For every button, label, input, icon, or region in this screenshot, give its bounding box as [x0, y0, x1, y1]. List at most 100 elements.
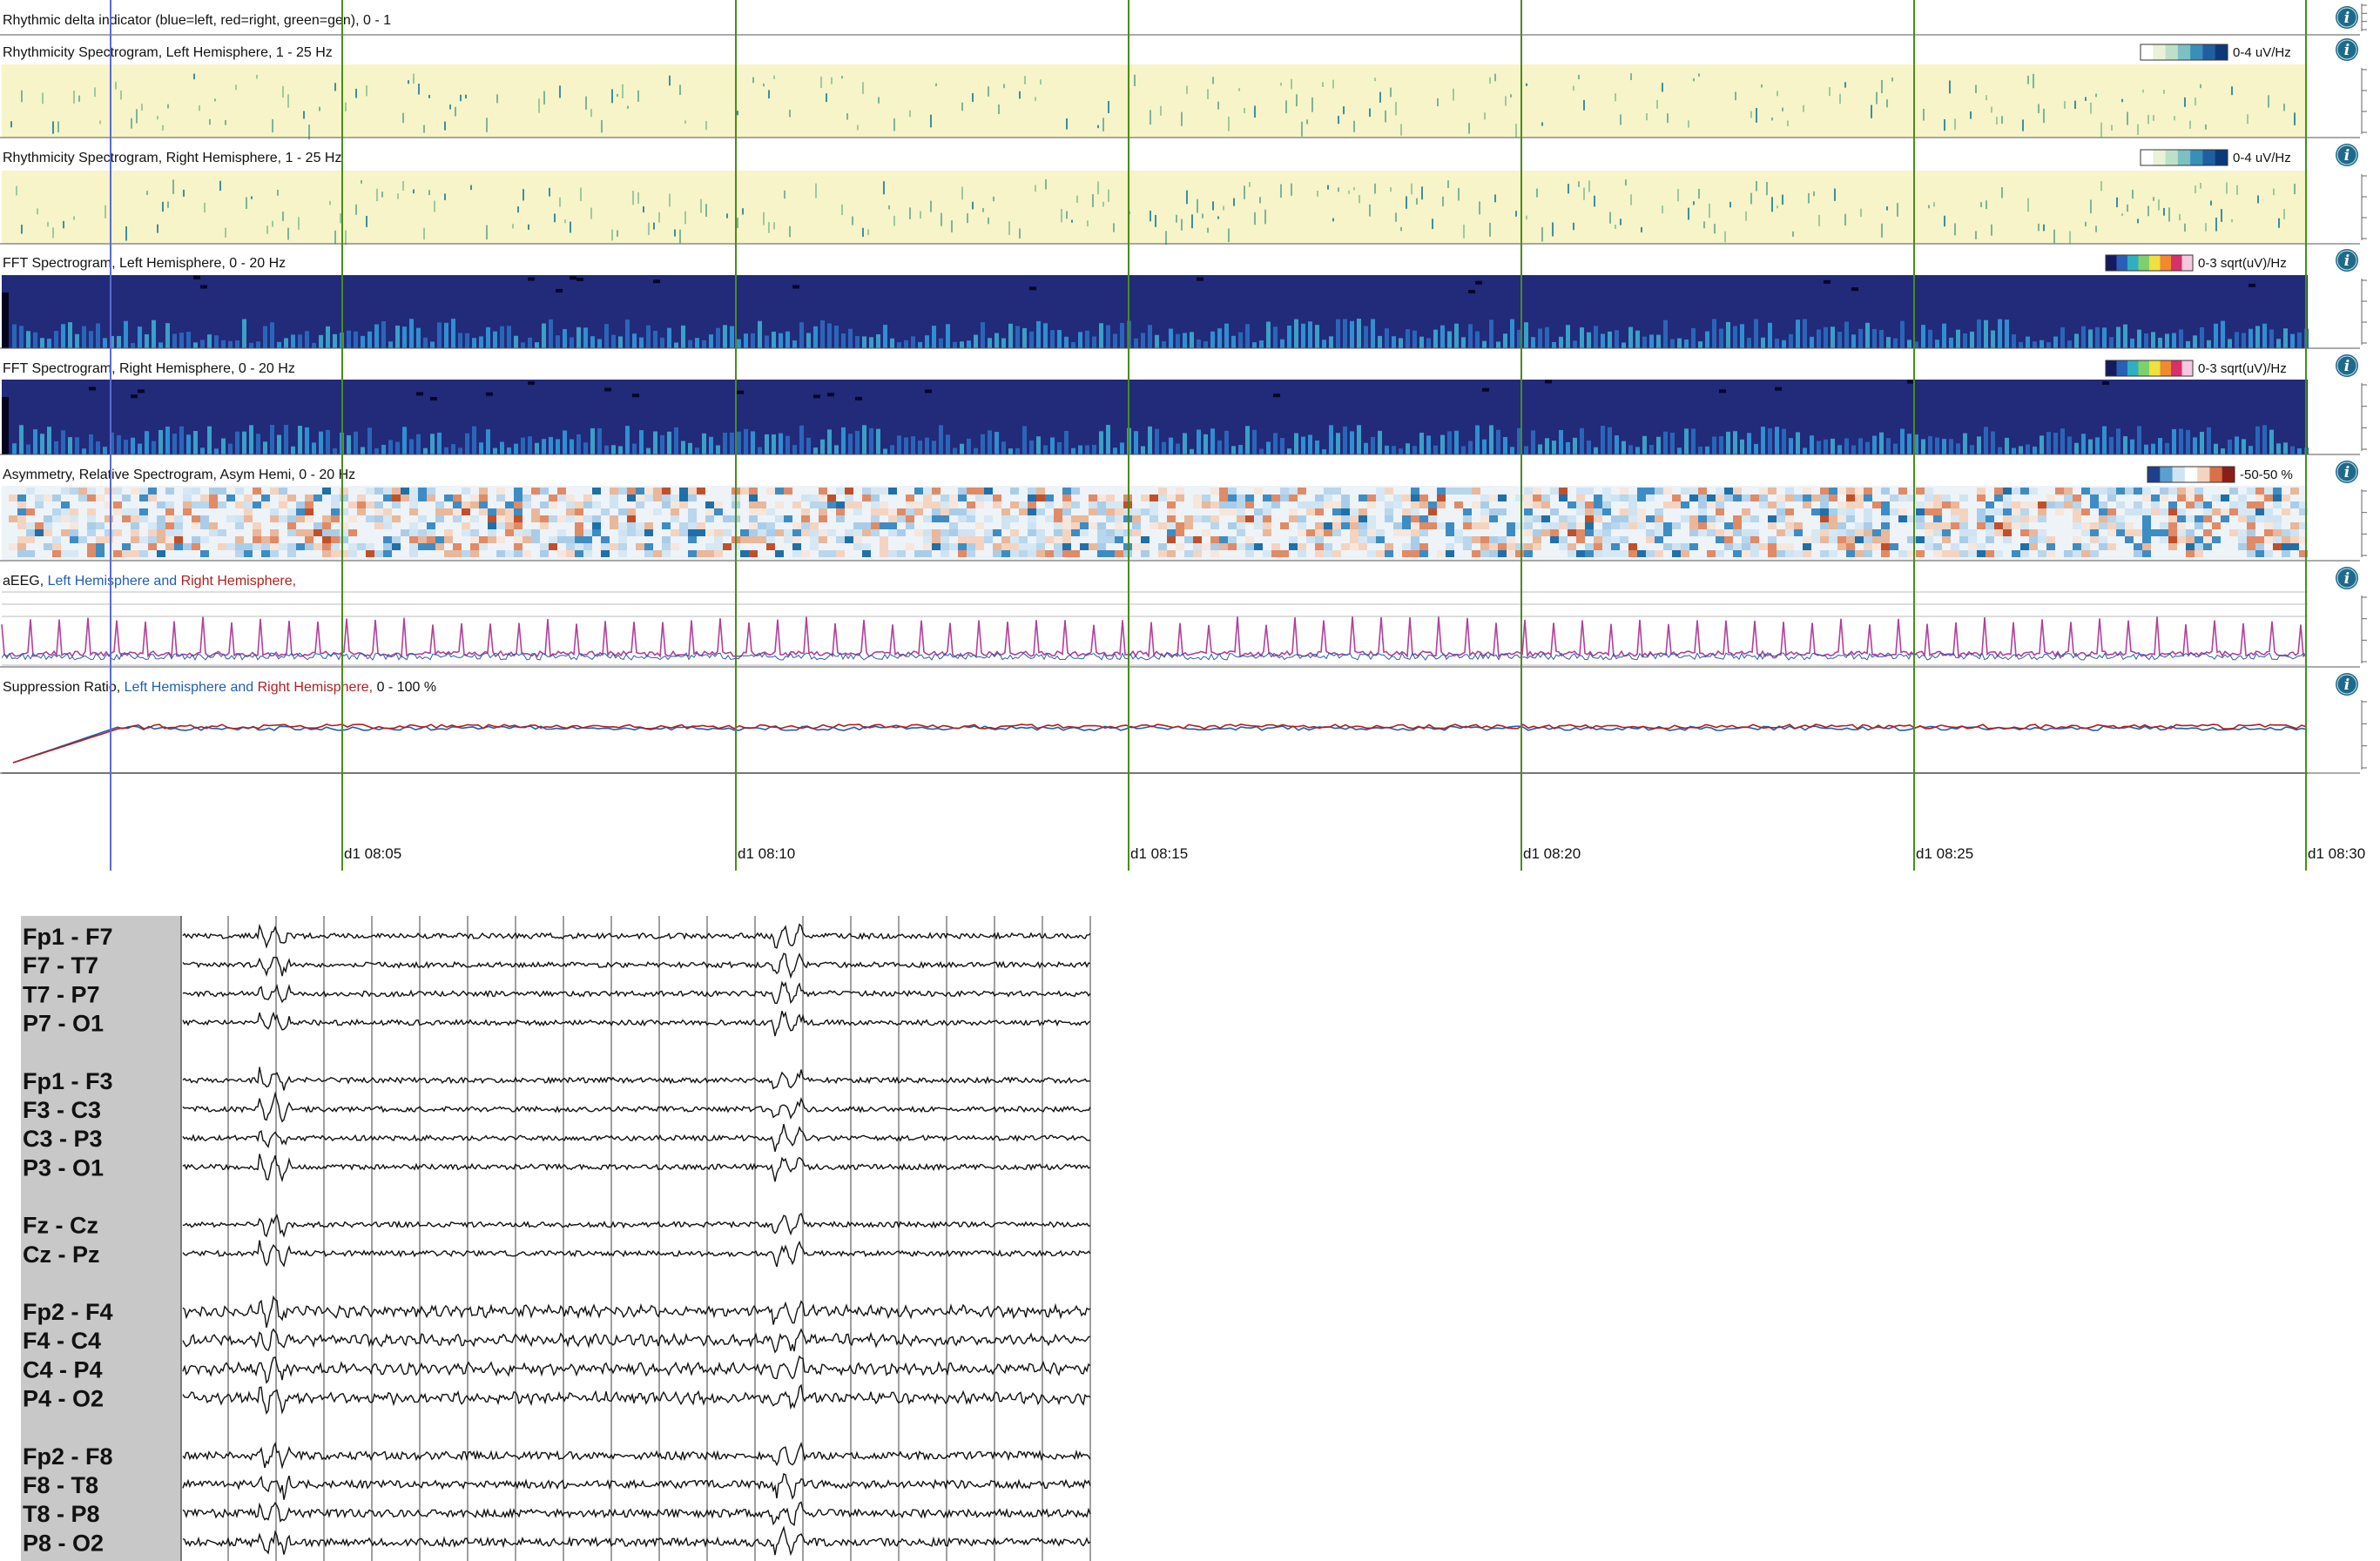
spectrogram-cell	[1402, 495, 1411, 501]
spectrogram-cell	[261, 536, 270, 543]
spectrogram-cell	[1898, 508, 1907, 515]
spectrogram-cell	[1876, 91, 1878, 104]
scale-swatch	[2177, 150, 2191, 165]
info-icon-glyph[interactable]: i	[2344, 358, 2350, 375]
spectrogram-cell	[1475, 280, 1482, 285]
spectrogram-cell	[2193, 335, 2197, 348]
info-icon-glyph[interactable]: i	[2344, 147, 2350, 165]
spectrogram-cell	[2264, 536, 2273, 543]
spectrogram-cell	[96, 550, 105, 557]
spectrogram-cell	[941, 515, 949, 522]
spectrogram-cell	[1824, 279, 1831, 284]
spectrogram-cell	[876, 428, 880, 454]
spectrogram-cell	[2179, 329, 2183, 348]
info-icon[interactable]: i	[2336, 144, 2358, 166]
spectrogram-cell	[26, 444, 30, 454]
spectrogram-cell	[486, 118, 488, 132]
spectrogram-cell	[941, 501, 949, 508]
spectrogram-cell	[1785, 515, 1794, 522]
spectrogram-cell	[1777, 529, 1785, 536]
spectrogram-cell	[157, 522, 165, 529]
spectrogram-cell	[2029, 529, 2038, 536]
spectrogram-cell	[1219, 536, 1228, 543]
spectrogram-cell	[2046, 432, 2051, 454]
spectrogram-cell	[2046, 495, 2055, 501]
spectrogram-cell	[505, 550, 514, 557]
spectrogram-cell	[819, 529, 827, 536]
spectrogram-cell	[2142, 495, 2151, 501]
spectrogram-cell	[1576, 488, 1585, 495]
spectrogram-cell	[1615, 434, 1619, 454]
spectrogram-cell	[1944, 118, 1945, 131]
spectrogram-cell	[479, 536, 488, 543]
spectrogram-cell	[383, 543, 392, 550]
spectrogram-cell	[2001, 116, 2003, 124]
spectrogram-cell	[1921, 439, 1925, 454]
spectrogram-cell	[2020, 488, 2029, 495]
spectrogram-cell	[819, 495, 827, 501]
spectrogram-cell	[319, 431, 323, 454]
spectrogram-cell	[758, 320, 762, 348]
spectrogram-cell	[1844, 438, 1849, 454]
spectrogram-cell	[1515, 543, 1524, 550]
info-icon[interactable]: i	[2336, 249, 2358, 272]
spectrogram-cell	[1010, 550, 1019, 557]
spectrogram-cell	[2053, 432, 2058, 454]
spectrogram-cell	[514, 335, 518, 348]
spectrogram-cell	[1378, 430, 1382, 454]
spectrogram-cell	[883, 181, 885, 195]
spectrogram-cell	[2003, 508, 2012, 515]
y-axis	[2361, 279, 2367, 345]
spectrogram-cell	[813, 394, 820, 399]
info-icon-glyph[interactable]: i	[2344, 10, 2350, 27]
spectrogram-cell	[1035, 185, 1036, 192]
info-icon-glyph[interactable]: i	[2344, 42, 2350, 59]
info-icon[interactable]: i	[2336, 38, 2358, 61]
spectrogram-cell	[383, 522, 392, 529]
info-icon-glyph[interactable]: i	[2344, 464, 2350, 481]
spectrogram-cell	[2081, 550, 2090, 557]
spectrogram-cell	[610, 488, 618, 495]
spectrogram-cell	[2111, 124, 2113, 131]
spectrogram-cell	[1078, 445, 1082, 454]
spectrogram-cell	[1829, 495, 1837, 501]
info-icon-glyph[interactable]: i	[2344, 570, 2350, 588]
spectrogram-cell	[1566, 325, 1570, 348]
spectrogram-cell	[1750, 550, 1759, 557]
spectrogram-cell	[1916, 522, 1925, 529]
spectrogram-cell	[1099, 323, 1103, 348]
info-icon[interactable]: i	[2336, 354, 2358, 377]
spectrogram-cell	[2168, 501, 2177, 508]
spectrogram-cell	[2107, 522, 2116, 529]
spectrogram-cell	[1440, 434, 1445, 454]
spectrogram-cell	[2290, 446, 2295, 454]
info-icon[interactable]: i	[2336, 673, 2358, 696]
info-icon[interactable]: i	[2336, 461, 2358, 483]
spectrogram-cell	[479, 442, 483, 454]
scale-label: 0-4 uV/Hz	[2233, 151, 2291, 165]
spectrogram-cell	[1986, 508, 1994, 515]
spectrogram-cell	[1458, 187, 1460, 201]
spectrogram-cell	[2168, 529, 2177, 536]
spectrogram-cell	[235, 543, 244, 550]
spectrogram-cell	[1691, 327, 1696, 348]
spectrogram-cell	[2210, 200, 2212, 205]
spectrogram-cell	[1646, 488, 1655, 495]
spectrogram-cell	[871, 501, 880, 508]
spectrogram-cell	[1402, 529, 1411, 536]
spectrogram-cell	[2186, 495, 2195, 501]
info-icon-glyph[interactable]: i	[2344, 676, 2350, 694]
spectrogram-cell	[1132, 543, 1141, 550]
spectrogram-cell	[1419, 501, 1428, 508]
info-icon[interactable]: i	[2336, 567, 2358, 589]
spectrogram-cell	[1944, 215, 1945, 227]
spectrogram-cell	[1341, 515, 1350, 522]
spectrogram-cell	[2160, 522, 2168, 529]
spectrogram-cell	[918, 341, 922, 348]
info-icon-glyph[interactable]: i	[2344, 252, 2350, 270]
spectrogram-cell	[1829, 488, 1837, 495]
info-icon[interactable]: i	[2336, 6, 2358, 29]
spectrogram-cell	[1008, 448, 1013, 454]
spectrogram-cell	[914, 488, 923, 495]
spectrogram-cell	[462, 529, 470, 536]
